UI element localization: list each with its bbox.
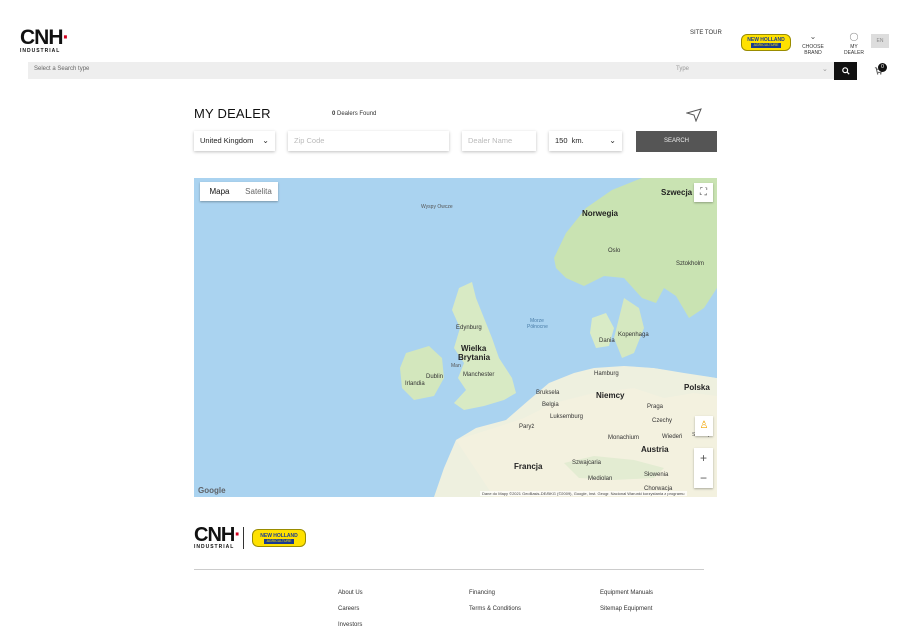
footer-link-investors[interactable]: Investors <box>338 622 362 628</box>
chevron-down-icon: ⌄ <box>262 136 269 145</box>
site-tour-link[interactable]: SITE TOUR <box>690 30 722 36</box>
map-label-norway: Norwegia <box>582 209 619 218</box>
dealer-name-input[interactable]: Dealer Name <box>462 131 536 151</box>
map-label-edinburgh: Edynburg <box>456 325 482 331</box>
dealer-map[interactable]: Wyspy Owcze Norwegia Szwecja Oslo Sztokh… <box>194 178 717 497</box>
map-label-germany: Niemcy <box>596 391 625 400</box>
chevron-down-icon: ⌄ <box>609 136 616 145</box>
footer-link-careers[interactable]: Careers <box>338 606 359 612</box>
map-label-belgium: Belgia <box>542 402 559 408</box>
footer-logo-divider <box>243 527 244 549</box>
fullscreen-icon[interactable]: ⛶ <box>694 183 713 202</box>
map-label-north-sea-2: Północne <box>527 324 548 330</box>
map-label-switzerland: Szwajcaria <box>572 460 602 466</box>
footer-link-financing[interactable]: Financing <box>469 590 495 596</box>
tab-satellite[interactable]: Satelita <box>239 182 278 201</box>
country-select[interactable]: United Kingdom ⌄ <box>194 131 275 151</box>
footer-cnh-logo[interactable]: CNH· INDUSTRIAL <box>194 525 241 550</box>
map-label-denmark: Dania <box>599 338 615 344</box>
zoom-out-button[interactable]: − <box>694 468 713 488</box>
map-label-sweden: Szwecja <box>661 188 693 197</box>
map-label-dublin: Dublin <box>426 374 444 380</box>
cnh-logo[interactable]: CNH· INDUSTRIAL <box>20 27 70 54</box>
zoom-in-button[interactable]: + <box>694 448 713 468</box>
zip-code-input[interactable]: Zip Code <box>288 131 449 151</box>
map-label-uk-2: Brytania <box>458 353 491 362</box>
map-label-man: Man <box>451 363 461 369</box>
map-attribution[interactable]: Dane do Mapy ©2021 GeoBasis-DE/BKG (©200… <box>480 491 687 496</box>
zoom-controls[interactable]: + − <box>694 448 713 488</box>
search-icon <box>841 67 850 75</box>
footer-new-holland-badge[interactable]: NEW HOLLAND AGRICULTURE <box>252 529 306 547</box>
search-button[interactable] <box>834 62 857 80</box>
footer-link-terms[interactable]: Terms & Conditions <box>469 606 521 612</box>
map-label-copenhagen: Kopenhaga <box>618 332 649 338</box>
map-label-milan: Mediolan <box>588 476 613 482</box>
map-label-austria: Austria <box>641 445 669 454</box>
map-label-manchester: Manchester <box>463 372 495 378</box>
google-logo: Google <box>198 486 226 495</box>
user-icon: ◯ <box>849 32 859 41</box>
footer-divider <box>194 569 704 570</box>
dealer-search-button[interactable]: SEARCH <box>636 131 717 152</box>
map-label-faroe: Wyspy Owcze <box>421 204 453 210</box>
radius-select[interactable]: 150 km. ⌄ <box>549 131 622 151</box>
map-label-slovenia: Słowenia <box>644 472 669 478</box>
cart-count-badge: 0 <box>878 63 887 72</box>
chevron-down-icon[interactable]: ⌄ <box>822 65 828 73</box>
map-label-france: Francja <box>514 462 543 471</box>
map-label-oslo: Oslo <box>608 248 621 254</box>
map-label-uk-1: Wielka <box>461 344 487 353</box>
tab-map[interactable]: Mapa <box>200 182 239 201</box>
footer-link-about[interactable]: About Us <box>338 590 363 596</box>
search-type-placeholder[interactable]: Select a Search type <box>34 66 89 72</box>
dealers-found: 0 Dealers Found <box>332 111 377 117</box>
my-dealer-button[interactable]: ◯ MY DEALER <box>841 32 867 56</box>
language-selector[interactable]: EN <box>871 34 889 48</box>
footer-link-sitemap[interactable]: Sitemap Equipment <box>600 606 652 612</box>
map-label-ireland: Irlandia <box>405 381 425 387</box>
map-label-stockholm: Sztokholm <box>676 261 705 267</box>
choose-brand-button[interactable]: ⌄ CHOOSE BRAND <box>795 32 831 56</box>
map-label-prague: Praga <box>647 404 664 410</box>
search-bar[interactable] <box>28 62 834 79</box>
page-title: MY DEALER <box>194 106 271 121</box>
type-dropdown-label[interactable]: Type <box>676 66 689 72</box>
new-holland-brand-badge[interactable]: NEW HOLLAND AGRICULTURE <box>741 34 791 51</box>
street-view-pegman-icon[interactable]: ♙ <box>695 416 713 436</box>
map-label-poland: Polska <box>684 383 710 392</box>
map-label-vienna: Wiedeń <box>662 434 683 440</box>
map-label-hamburg: Hamburg <box>594 371 619 377</box>
map-label-luxembourg: Luksemburg <box>550 414 584 420</box>
map-label-paris: Paryż <box>519 424 535 430</box>
map-label-munich: Monachium <box>608 435 640 441</box>
logo-subtitle: INDUSTRIAL <box>20 48 61 54</box>
map-type-toggle[interactable]: Mapa Satelita <box>200 182 278 201</box>
locate-me-icon[interactable] <box>685 108 702 123</box>
chevron-down-icon: ⌄ <box>809 32 817 41</box>
footer-link-manuals[interactable]: Equipment Manuals <box>600 590 653 596</box>
map-label-czechia: Czechy <box>652 418 673 424</box>
map-label-brussels: Bruksela <box>536 390 560 396</box>
